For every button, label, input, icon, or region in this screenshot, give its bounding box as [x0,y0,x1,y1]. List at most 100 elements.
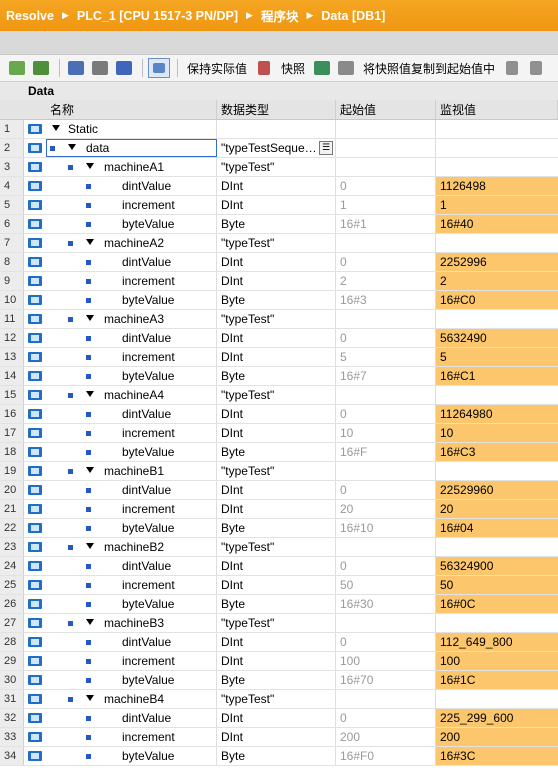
breadcrumb-program-blocks[interactable]: 程序块 [261,6,299,25]
table-row[interactable]: 4 dintValue DInt 0 1126498 [0,177,558,196]
start-value-cell[interactable]: 0 [336,177,436,195]
type-cell[interactable]: DInt [217,633,336,651]
type-cell[interactable] [217,120,336,138]
name-cell[interactable]: machineB4 [46,690,217,708]
table-row[interactable]: 33 increment DInt 200 200 [0,728,558,747]
name-cell[interactable]: dintValue [46,481,217,499]
type-browse-button[interactable]: ☰ [319,141,333,155]
table-row[interactable]: 21 increment DInt 20 20 [0,500,558,519]
type-cell[interactable]: Byte [217,215,336,233]
copy-snapshot-icon[interactable] [311,58,333,78]
table-row[interactable]: 32 dintValue DInt 0 225_299_600 [0,709,558,728]
monitor-glasses-icon[interactable] [148,58,170,78]
list-view-icon[interactable] [113,58,135,78]
start-value-cell[interactable] [336,614,436,632]
type-cell[interactable]: Byte [217,747,336,765]
table-row[interactable]: 6 byteValue Byte 16#1 16#40 [0,215,558,234]
type-cell[interactable]: DInt [217,348,336,366]
type-cell[interactable]: Byte [217,291,336,309]
expand-triangle-icon[interactable] [86,239,94,245]
name-cell[interactable]: byteValue [46,367,217,385]
start-value-cell[interactable]: 20 [336,500,436,518]
table-row[interactable]: 19 machineB1 "typeTest" [0,462,558,481]
table-row[interactable]: 25 increment DInt 50 50 [0,576,558,595]
breadcrumb-db[interactable]: Data [DB1] [321,9,385,23]
expand-all-icon[interactable] [65,58,87,78]
start-value-cell[interactable] [336,538,436,556]
table-row[interactable]: 28 dintValue DInt 0 112_649_800 [0,633,558,652]
type-cell[interactable]: DInt [217,576,336,594]
start-value-cell[interactable]: 100 [336,652,436,670]
type-cell[interactable]: "typeTestSeque… ☰ [217,139,336,157]
type-cell[interactable]: Byte [217,519,336,537]
type-cell[interactable]: "typeTest" [217,462,336,480]
type-cell[interactable]: DInt [217,709,336,727]
start-value-cell[interactable]: 16#1 [336,215,436,233]
type-cell[interactable]: DInt [217,329,336,347]
name-cell[interactable]: machineA1 [46,158,217,176]
start-value-cell[interactable] [336,310,436,328]
expand-triangle-icon[interactable] [86,315,94,321]
type-cell[interactable]: "typeTest" [217,310,336,328]
start-value-cell[interactable]: 1 [336,196,436,214]
expand-triangle-icon[interactable] [86,619,94,625]
type-cell[interactable]: DInt [217,272,336,290]
table-row[interactable]: 31 machineB4 "typeTest" [0,690,558,709]
load-start-values-icon[interactable] [335,58,357,78]
name-cell[interactable]: machineA2 [46,234,217,252]
name-cell[interactable]: increment [46,652,217,670]
start-value-cell[interactable]: 200 [336,728,436,746]
table-row[interactable]: 24 dintValue DInt 0 56324900 [0,557,558,576]
type-cell[interactable]: Byte [217,595,336,613]
start-value-cell[interactable] [336,462,436,480]
start-value-cell[interactable]: 16#F [336,443,436,461]
start-value-cell[interactable]: 2 [336,272,436,290]
name-cell[interactable]: byteValue [46,215,217,233]
type-cell[interactable]: DInt [217,652,336,670]
table-row[interactable]: 26 byteValue Byte 16#30 16#0C [0,595,558,614]
table-row[interactable]: 13 increment DInt 5 5 [0,348,558,367]
name-cell[interactable]: machineB2 [46,538,217,556]
table-row[interactable]: 10 byteValue Byte 16#3 16#C0 [0,291,558,310]
name-cell[interactable]: machineA3 [46,310,217,328]
start-value-cell[interactable]: 16#70 [336,671,436,689]
collapse-all-icon[interactable] [89,58,111,78]
type-cell[interactable]: Byte [217,671,336,689]
table-row[interactable]: 7 machineA2 "typeTest" [0,234,558,253]
table-row[interactable]: 22 byteValue Byte 16#10 16#04 [0,519,558,538]
start-value-cell[interactable]: 50 [336,576,436,594]
table-row[interactable]: 18 byteValue Byte 16#F 16#C3 [0,443,558,462]
name-cell[interactable]: dintValue [46,557,217,575]
table-row[interactable]: 12 dintValue DInt 0 5632490 [0,329,558,348]
load-values-icon[interactable] [525,58,547,78]
add-row-icon[interactable] [30,58,52,78]
breadcrumb-project[interactable]: Resolve [6,9,54,23]
header-start[interactable]: 起始值 [336,100,436,119]
name-cell[interactable]: increment [46,424,217,442]
type-cell[interactable]: DInt [217,405,336,423]
insert-row-icon[interactable] [6,58,28,78]
table-row[interactable]: 8 dintValue DInt 0 2252996 [0,253,558,272]
name-cell[interactable]: byteValue [46,671,217,689]
expand-triangle-icon[interactable] [52,125,60,131]
snapshot-button[interactable]: 快照 [281,60,305,77]
start-value-cell[interactable]: 5 [336,348,436,366]
name-cell[interactable]: dintValue [46,177,217,195]
type-cell[interactable]: Byte [217,443,336,461]
table-row[interactable]: 20 dintValue DInt 0 22529960 [0,481,558,500]
name-cell[interactable]: increment [46,272,217,290]
table-row[interactable]: 14 byteValue Byte 16#7 16#C1 [0,367,558,386]
start-value-cell[interactable]: 0 [336,329,436,347]
start-value-cell[interactable]: 0 [336,405,436,423]
type-cell[interactable]: "typeTest" [217,690,336,708]
table-row[interactable]: 34 byteValue Byte 16#F0 16#3C [0,747,558,766]
name-cell[interactable]: machineB3 [46,614,217,632]
header-type[interactable]: 数据类型 [217,100,336,119]
name-cell[interactable]: byteValue [46,747,217,765]
table-row[interactable]: 15 machineA4 "typeTest" [0,386,558,405]
table-row[interactable]: 3 machineA1 "typeTest" [0,158,558,177]
name-cell[interactable]: dintValue [46,329,217,347]
name-cell[interactable]: dintValue [46,709,217,727]
table-row[interactable]: 5 increment DInt 1 1 [0,196,558,215]
start-value-cell[interactable] [336,234,436,252]
